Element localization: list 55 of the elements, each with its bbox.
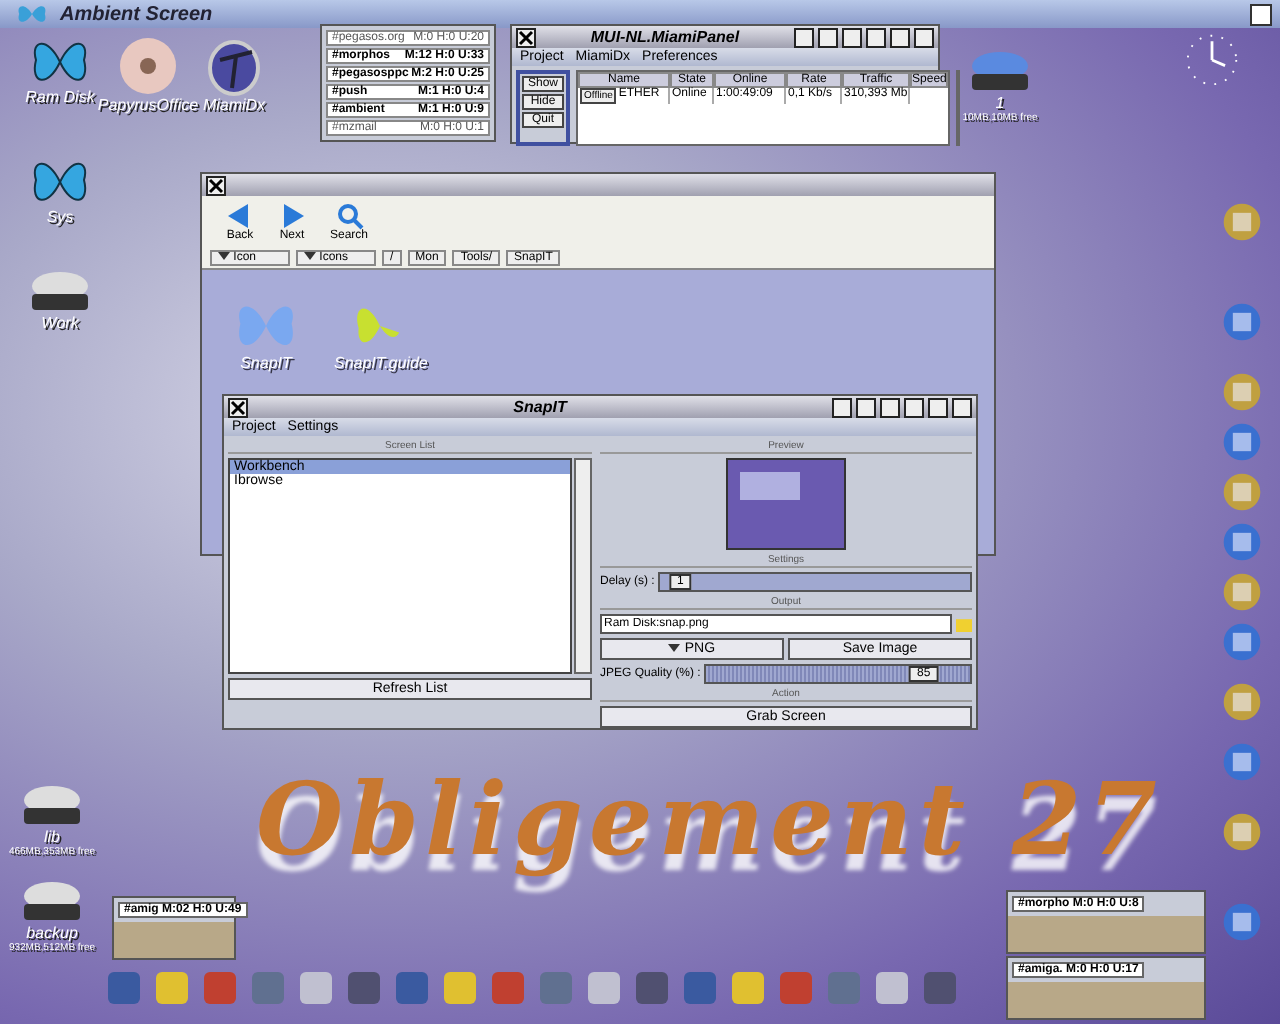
close-icon[interactable] bbox=[206, 175, 226, 195]
file-label: SnapIT.guide bbox=[334, 354, 428, 372]
scrollbar[interactable] bbox=[956, 70, 961, 146]
dock-app-icon[interactable] bbox=[344, 968, 384, 1008]
caret-icon bbox=[218, 252, 230, 260]
screenshot-preview bbox=[726, 458, 846, 550]
window-title: SnapIT bbox=[511, 398, 570, 416]
drive-icon[interactable] bbox=[28, 270, 92, 314]
dock-app-icon[interactable] bbox=[584, 968, 624, 1008]
screen-title: Ambient Screen bbox=[60, 3, 213, 25]
desktop-app-icon[interactable] bbox=[1220, 420, 1264, 464]
left-arrow-icon bbox=[226, 202, 254, 230]
dock-app-icon[interactable] bbox=[728, 968, 768, 1008]
desktop-app-icon[interactable] bbox=[1220, 570, 1264, 614]
dock-app-icon[interactable] bbox=[872, 968, 912, 1008]
dock-app-icon[interactable] bbox=[440, 968, 480, 1008]
dock-app-icon[interactable] bbox=[152, 968, 192, 1008]
desktop-app-icon[interactable] bbox=[1220, 740, 1264, 784]
icon-label: Sys bbox=[46, 208, 74, 226]
search-icon bbox=[335, 202, 363, 230]
cd-icon[interactable] bbox=[118, 36, 178, 96]
dock-app-icon[interactable] bbox=[296, 968, 336, 1008]
close-icon[interactable] bbox=[228, 397, 248, 417]
icon-label: lib bbox=[43, 828, 60, 846]
desktop-app-icon[interactable] bbox=[1220, 200, 1264, 244]
window-title: MUI-NL.MiamiPanel bbox=[588, 28, 742, 46]
desktop-app-icon[interactable] bbox=[1220, 470, 1264, 514]
dock-app-icon[interactable] bbox=[632, 968, 672, 1008]
drive-icon[interactable] bbox=[20, 784, 84, 828]
desktop-app-icon[interactable] bbox=[1220, 300, 1264, 344]
icon-label: PapyrusOffice bbox=[97, 96, 199, 114]
scrollbar[interactable] bbox=[574, 458, 592, 674]
file-label: SnapIT bbox=[240, 354, 292, 372]
desktop-app-icon[interactable] bbox=[1220, 900, 1264, 944]
desktop-app-icon[interactable] bbox=[1220, 680, 1264, 724]
desktop-app-icon[interactable] bbox=[1220, 520, 1264, 564]
right-arrow-icon bbox=[278, 202, 306, 230]
desktop-app-icon[interactable] bbox=[1220, 370, 1264, 414]
depth-gadget-icon[interactable] bbox=[1250, 3, 1272, 25]
clock-icon bbox=[1184, 32, 1240, 88]
caret-icon bbox=[304, 252, 316, 260]
caret-icon bbox=[668, 644, 681, 652]
dock-app-icon[interactable] bbox=[680, 968, 720, 1008]
icon-label: backup bbox=[26, 924, 78, 942]
drive-icon[interactable] bbox=[20, 880, 84, 924]
icon-label: MiamiDx bbox=[202, 96, 266, 114]
icon-label: Work bbox=[41, 314, 79, 332]
dock-app-icon[interactable] bbox=[392, 968, 432, 1008]
icon-label: 1 bbox=[995, 94, 1005, 112]
desktop-app-icon[interactable] bbox=[1220, 810, 1264, 854]
dock-app-icon[interactable] bbox=[104, 968, 144, 1008]
desktop-app-icon[interactable] bbox=[1220, 620, 1264, 664]
close-icon[interactable] bbox=[516, 27, 536, 47]
icon-label: Ram Disk bbox=[25, 88, 95, 106]
dock-app-icon[interactable] bbox=[920, 968, 960, 1008]
